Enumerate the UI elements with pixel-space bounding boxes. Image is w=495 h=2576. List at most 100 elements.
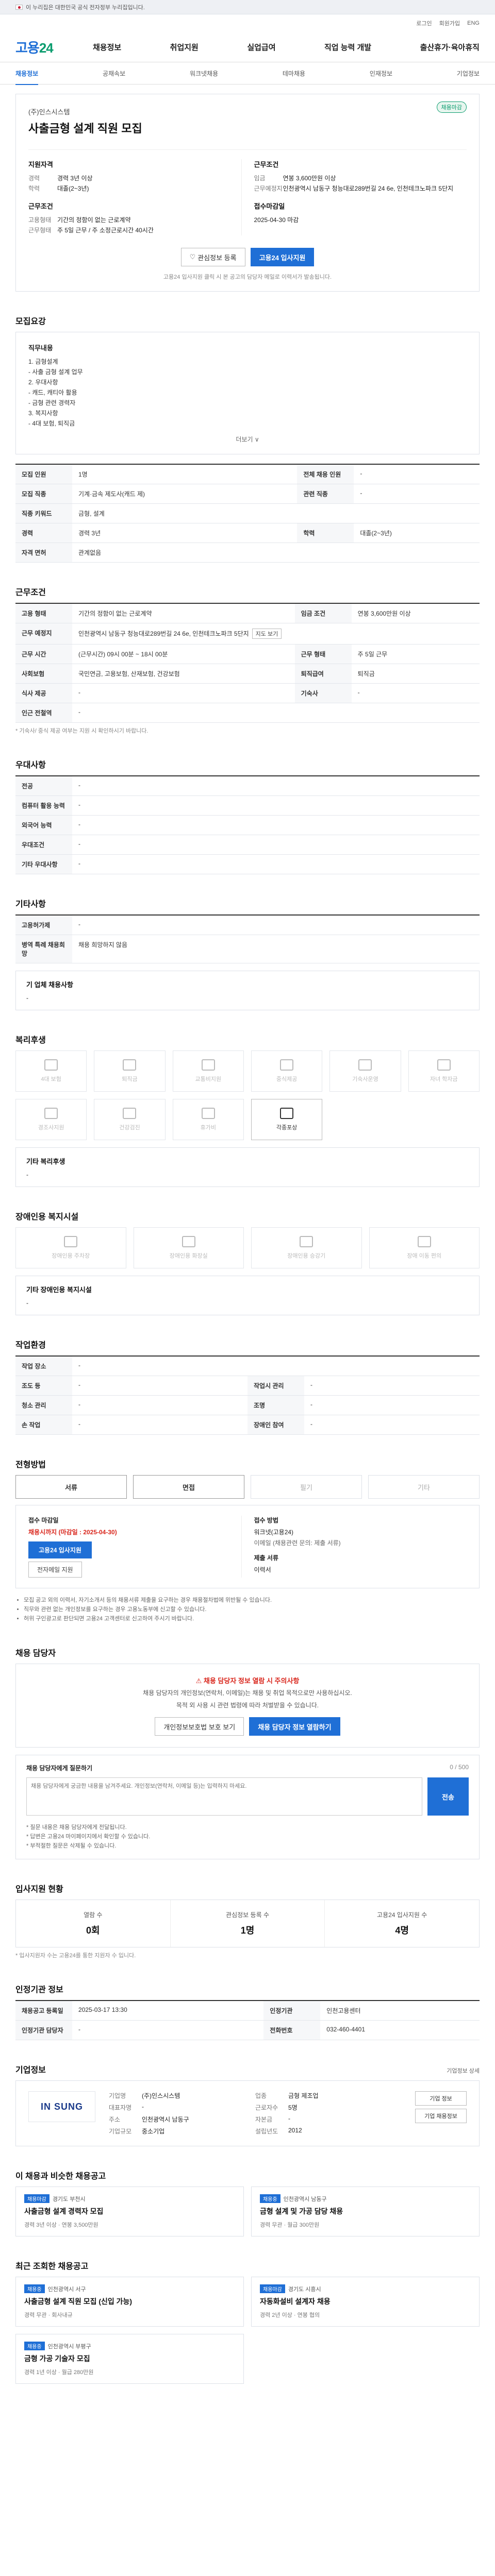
- duty-line: - 캐드, 캐티아 활용: [28, 389, 77, 396]
- card-company: 인천광역시 부평구: [47, 2344, 91, 2350]
- disab-note-title: 기타 장애인용 복지시설: [26, 1286, 92, 1294]
- pref-section-title: 우대사항: [15, 761, 46, 770]
- apply-bullets: 모집 공고 외의 이력서, 자기소개서 등의 채용서류 제출을 요구하는 경우 …: [15, 1596, 480, 1623]
- inquiry-box: 채용 담당자에게 질문하기 0 / 500 전송 * 질문 내용은 채용 담당자…: [15, 1755, 480, 1859]
- apply-method-sub: 이메일 (채용관련 문의: 제출 서류): [254, 1539, 341, 1547]
- stats-note: * 입사지원자 수는 고용24를 통한 지원자 수 입니다.: [15, 1953, 136, 1959]
- company-name: (주)인스시스템: [28, 108, 70, 116]
- util-login-link[interactable]: 로그인: [416, 19, 432, 27]
- gnb-item-training[interactable]: 직업 능력 개발: [324, 42, 371, 53]
- table-row: 컴퓨터 활용 능력 -: [15, 795, 480, 816]
- table-row: 자격 면허 관계없음: [15, 543, 480, 563]
- process-step: 필기: [251, 1475, 362, 1499]
- duty-more-button[interactable]: 더보기 ∨: [28, 435, 467, 444]
- pay-location: 근무예정지 인천광역시 남동구 청능대로289번길 24 6e, 인천테크노파크 …: [254, 185, 454, 192]
- disab-note: -: [26, 1299, 28, 1307]
- disab-note-box: 기타 장애인용 복지시설 -: [15, 1276, 480, 1315]
- manager-alert-sub: 채용 담당자의 개인정보(연락처, 이메일)는 채용 및 취업 목적으로만 사용…: [143, 1689, 352, 1697]
- subtab-worknet[interactable]: 워크넷채용: [190, 69, 218, 78]
- logo-sub: 24: [39, 40, 54, 56]
- qual-title: 지원자격: [28, 161, 53, 168]
- disab-item: 장애인용 화장실: [133, 1227, 244, 1268]
- table-row: 우대조건 -: [15, 835, 480, 855]
- qual-career: 경력 경력 3년 이상: [28, 175, 93, 182]
- table-row: 고용 형태 기간의 정함이 없는 근로계약 임금 조건 연봉 3,600만원 이상: [15, 603, 480, 623]
- site-header: 고용24 채용정보 취업지원 실업급여 직업 능력 개발 출산휴가·육아휴직: [0, 32, 495, 62]
- table-row: 인근 전철역 -: [15, 703, 480, 723]
- map-view-button[interactable]: 지도 보기: [252, 629, 282, 639]
- card-tag: 채용마감: [24, 2194, 50, 2203]
- company-logo: IN SUNG: [28, 2091, 95, 2122]
- card-meta: 경력 무관 · 월급 300만원: [260, 2222, 320, 2228]
- gnb-item-leave[interactable]: 출산휴가·육아휴직: [420, 42, 480, 53]
- recent-card[interactable]: 채용마감 경기도 시흥시 자동화설비 설계자 채용 경력 2년 이상 · 연봉 협…: [251, 2277, 480, 2327]
- stats-box: 열람 수 0회 관심정보 등록 수 1명 고용24 입사지원 수 4명: [15, 1900, 480, 1947]
- gov-banner: 이 누리집은 대한민국 공식 전자정부 누리집입니다.: [0, 0, 495, 14]
- card-tag: 채용중: [24, 2284, 45, 2293]
- recent-card[interactable]: 채용중 인천광역시 서구 사출금형 설계 직원 모집 (신입 가능) 경력 무관 …: [15, 2277, 244, 2327]
- recent-card[interactable]: 채용중 인천광역시 부평구 금형 가공 기술자 모집 경력 1년 이상 · 월급 …: [15, 2334, 244, 2384]
- apply-due-cap: 접수 마감일: [28, 1517, 59, 1524]
- privacy-law-button[interactable]: 개인정보보호법 보호 보기: [155, 1717, 244, 1736]
- company-info-button[interactable]: 기업 정보: [415, 2091, 467, 2106]
- company-jobs-button[interactable]: 기업 채용정보: [415, 2109, 467, 2123]
- inquiry-send-button[interactable]: 전송: [427, 1777, 469, 1816]
- heart-icon: ♡: [189, 253, 196, 261]
- inquiry-count: 0 / 500: [450, 1764, 469, 1771]
- welfare-section-title: 복리후생: [15, 1036, 46, 1045]
- company-more-link[interactable]: 기업정보 상세: [447, 2066, 480, 2075]
- apply-email-button[interactable]: 전자메일 지원: [28, 1562, 82, 1578]
- disab-item: 장애인용 주차장: [15, 1227, 126, 1268]
- subtab-public[interactable]: 공채속보: [103, 69, 125, 78]
- table-row: 인정기관 담당자 - 전화번호 032-460-4401: [15, 2020, 480, 2040]
- card-tag: 채용중: [24, 2342, 45, 2350]
- recent-grid: 채용중 인천광역시 서구 사출금형 설계 직원 모집 (신입 가능) 경력 무관 …: [15, 2277, 480, 2384]
- gnb-item-employment[interactable]: 취업지원: [170, 42, 199, 53]
- disab-item: 장애인용 승강기: [251, 1227, 362, 1268]
- etc-section-title: 기타사항: [15, 900, 46, 909]
- job-summary-box: 채용마감 (주)인스시스템 사출금형 설계 직원 모집 지원자격 경력 경력 3년…: [15, 94, 480, 292]
- disab-section-title: 장애인용 복지시설: [15, 1213, 79, 1222]
- parking-icon: [64, 1236, 78, 1247]
- welfare-grid: 4대 보험 퇴직금 교통비지원 중식제공 기숙사운영 자녀 학자금 경조사지원 …: [15, 1050, 480, 1140]
- apply-button[interactable]: 고용24 입사지원: [250, 248, 315, 266]
- util-eng-link[interactable]: ENG: [467, 20, 480, 26]
- gnb-item-unemployment[interactable]: 실업급여: [247, 42, 275, 53]
- apply-method-cap: 접수 방법: [254, 1517, 279, 1524]
- scrap-button[interactable]: ♡ 관심정보 등록: [180, 248, 245, 266]
- duty-box: 직무내용 1. 금형설계 - 사출 금형 설계 업무 2. 우대사항 - 캐드,…: [15, 332, 480, 454]
- inquiry-notes: * 질문 내용은 채용 담당자에게 전달됩니다. * 답변은 고용24 마이페이…: [26, 1823, 469, 1851]
- card-title: 금형 설계 및 가공 담당 채용: [260, 2207, 343, 2215]
- gnb-item-jobs[interactable]: 채용정보: [93, 42, 121, 53]
- similar-card[interactable]: 채용마감 경기도 부천시 사출금형 설계 경력자 모집 경력 3년 이상 · 연봉…: [15, 2187, 244, 2236]
- company-box: IN SUNG 기업명 (주)인스시스템 업종 금형 제조업 대표자명 - 근로자수 5…: [15, 2080, 480, 2146]
- etc-note-title: 기 업체 채용사항: [26, 981, 73, 989]
- table-row: 사회보험 국민연금, 고용보험, 산재보험, 건강보험 퇴직급여 퇴직금: [15, 664, 480, 684]
- process-section-title: 전형방법: [15, 1461, 46, 1469]
- manager-alert-box: ⚠ 채용 담당자 정보 열람 시 주의사항 채용 담당자의 개인정보(연락처, …: [15, 1664, 480, 1748]
- card-title: 자동화설비 설계자 채용: [260, 2297, 331, 2306]
- apply-online-button[interactable]: 고용24 입사지원: [28, 1541, 92, 1558]
- tuition-icon: [437, 1059, 451, 1071]
- util-signup-link[interactable]: 회원가입: [439, 19, 460, 27]
- similar-card[interactable]: 채용중 인천광역시 남동구 금형 설계 및 가공 담당 채용 경력 무관 · 월급…: [251, 2187, 480, 2236]
- subtab-jobs[interactable]: 채용정보: [15, 69, 39, 85]
- stat-applies: 고용24 입사지원 수 4명: [324, 1900, 479, 1947]
- disab-item: 장애 이동 편의: [369, 1227, 480, 1268]
- gov-banner-text: 이 누리집은 대한민국 공식 전자정부 누리집입니다.: [26, 5, 145, 11]
- card-meta: 경력 1년 이상 · 월급 280만원: [24, 2369, 94, 2376]
- welfare-item-active: 각종포상: [251, 1099, 323, 1140]
- etc-table: 고용허가제 - 병역 특례 채용희망 채용 희망하지 않음: [15, 914, 480, 963]
- cond-shift: 근무형태 주 5일 근무 / 주 소정근로시간 40시간: [28, 227, 154, 234]
- view-manager-button[interactable]: 채용 담당자 정보 열람하기: [249, 1717, 340, 1736]
- site-logo[interactable]: 고용24: [15, 38, 93, 57]
- subtab-company[interactable]: 기업정보: [457, 69, 480, 78]
- status-badge: 채용마감: [436, 101, 467, 113]
- subtab-theme[interactable]: 테마채용: [283, 69, 305, 78]
- list-item: * 답변은 고용24 마이페이지에서 확인할 수 있습니다.: [26, 1834, 151, 1840]
- duty-line: 3. 복지사항: [28, 410, 58, 417]
- table-row: 모집 인원 1명 전체 채용 인원 -: [15, 464, 480, 484]
- due-title: 접수마감일: [254, 202, 285, 210]
- subtab-talent[interactable]: 인재정보: [370, 69, 392, 78]
- inquiry-textarea[interactable]: [26, 1777, 422, 1816]
